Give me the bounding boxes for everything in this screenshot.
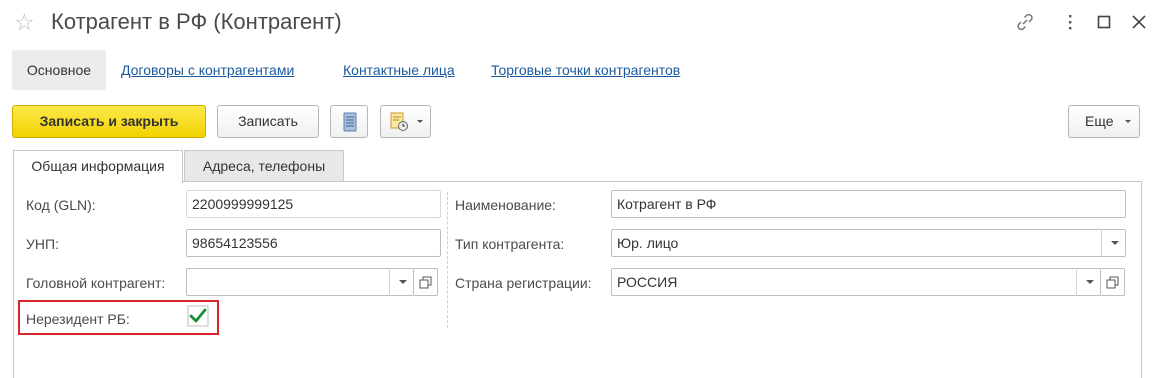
more-button-label: Еще [1085, 113, 1114, 129]
page-title: Котрагент в РФ (Контрагент) [51, 9, 342, 34]
nav-link-trade-points[interactable]: Торговые точки контрагентов [491, 61, 680, 79]
more-button[interactable]: Еще [1068, 105, 1140, 138]
column-separator [447, 192, 448, 328]
report-print-button[interactable] [380, 105, 431, 138]
name-label: Наименование: [455, 197, 556, 213]
nonresident-checkbox[interactable] [187, 305, 209, 327]
save-button[interactable]: Записать [217, 105, 319, 138]
open-window-icon [1106, 276, 1119, 289]
name-field[interactable]: Котрагент в РФ [611, 190, 1126, 218]
country-field[interactable]: РОССИЯ [611, 268, 1101, 296]
report-print-icon [390, 112, 408, 131]
chevron-down-icon [1125, 120, 1131, 123]
chevron-down-icon [417, 120, 423, 123]
maximize-icon[interactable] [1094, 12, 1114, 32]
link-icon[interactable] [1015, 12, 1035, 32]
type-dropdown-button[interactable] [1101, 229, 1125, 257]
country-dropdown-button[interactable] [1076, 268, 1100, 296]
code-field[interactable]: 2200999999125 [186, 190, 441, 218]
type-select[interactable]: Юр. лицо [611, 229, 1126, 257]
tab-general-info[interactable]: Общая информация [13, 150, 183, 183]
country-open-button[interactable] [1101, 268, 1125, 296]
document-list-button[interactable] [330, 105, 368, 138]
unp-field[interactable]: 98654123556 [186, 229, 441, 257]
save-and-close-button[interactable]: Записать и закрыть [12, 105, 206, 138]
head-counterparty-open-button[interactable] [414, 268, 438, 296]
nav-link-contacts[interactable]: Контактные лица [343, 61, 455, 79]
favorite-star-icon[interactable]: ☆ [14, 9, 35, 35]
head-counterparty-field[interactable] [186, 268, 414, 296]
type-label: Тип контрагента: [455, 236, 565, 252]
open-window-icon [419, 276, 432, 289]
more-vert-icon[interactable] [1060, 12, 1080, 32]
code-label: Код (GLN): [26, 197, 96, 213]
head-counterparty-label: Головной контрагент: [26, 275, 166, 291]
close-icon[interactable] [1129, 12, 1149, 32]
tab-addresses-phones[interactable]: Адреса, телефоны [184, 150, 344, 182]
unp-label: УНП: [26, 236, 59, 252]
head-counterparty-dropdown-button[interactable] [389, 268, 413, 296]
nav-tab-main[interactable]: Основное [12, 50, 106, 90]
country-label: Страна регистрации: [455, 275, 592, 291]
nav-link-contracts[interactable]: Договоры с контрагентами [121, 61, 294, 79]
document-list-icon [343, 112, 357, 132]
nonresident-label: Нерезидент РБ: [26, 311, 130, 327]
